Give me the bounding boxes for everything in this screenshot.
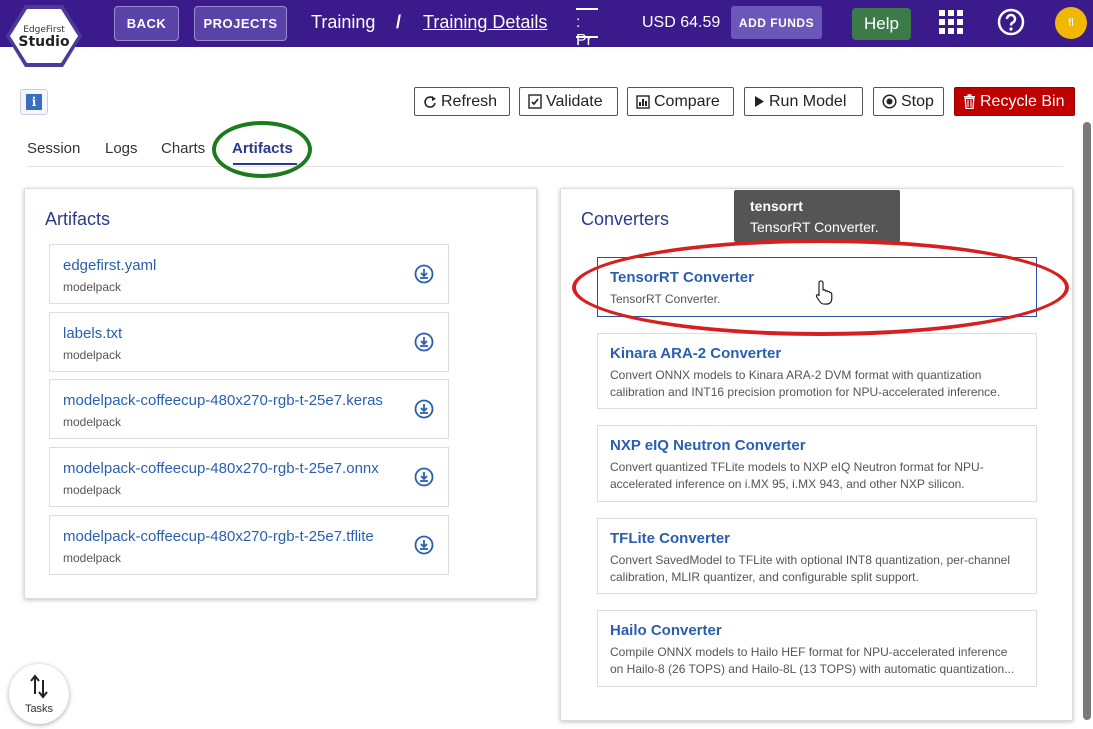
- recycle-bin-label: Recycle Bin: [980, 92, 1065, 110]
- hand-pointer-icon: [815, 280, 833, 305]
- tooltip-text: TensorRT Converter.: [750, 219, 879, 235]
- validate-button[interactable]: Validate: [519, 87, 618, 116]
- help-question-icon[interactable]: [997, 8, 1025, 36]
- converter-nxp[interactable]: NXP eIQ Neutron Converter Convert quanti…: [597, 425, 1037, 502]
- converter-kinara[interactable]: Kinara ARA-2 Converter Convert ONNX mode…: [597, 333, 1037, 409]
- converter-description: Convert ONNX models to Kinara ARA-2 DVM …: [610, 368, 1001, 399]
- artifact-type: modelpack: [63, 280, 122, 294]
- artifact-item[interactable]: labels.txt modelpack: [49, 312, 449, 372]
- stop-button[interactable]: Stop: [873, 87, 944, 116]
- validate-icon: [528, 94, 542, 109]
- annotation-green-ellipse: [212, 121, 312, 178]
- converters-panel-title: Converters: [581, 209, 670, 229]
- download-icon[interactable]: [414, 332, 434, 352]
- compare-button[interactable]: Compare: [627, 87, 734, 116]
- trash-icon: [964, 94, 975, 109]
- help-button[interactable]: Help: [852, 8, 911, 40]
- download-icon[interactable]: [414, 264, 434, 284]
- play-icon: [755, 96, 764, 107]
- projects-button[interactable]: PROJECTS: [194, 6, 287, 41]
- artifact-name[interactable]: modelpack-coffeecup-480x270-rgb-t-25e7.k…: [63, 392, 383, 409]
- refresh-icon: [424, 95, 436, 108]
- artifact-name[interactable]: labels.txt: [63, 325, 122, 342]
- refresh-button[interactable]: Refresh: [414, 87, 510, 116]
- artifact-item[interactable]: modelpack-coffeecup-480x270-rgb-t-25e7.o…: [49, 447, 449, 507]
- sort-arrows-icon: [30, 674, 48, 699]
- scrollbar-thumb[interactable]: [1083, 122, 1091, 720]
- breadcrumb-separator: /: [396, 12, 402, 32]
- validate-label: Validate: [546, 92, 603, 110]
- apps-grid-icon[interactable]: [939, 10, 963, 34]
- artifact-name[interactable]: modelpack-coffeecup-480x270-rgb-t-25e7.t…: [63, 528, 374, 545]
- breadcrumb-truncated: : Pr: [576, 8, 598, 49]
- converter-name[interactable]: TFLite Converter: [610, 530, 730, 547]
- user-avatar[interactable]: fl: [1055, 7, 1087, 39]
- artifact-type: modelpack: [63, 415, 122, 429]
- compare-icon: [636, 94, 650, 109]
- add-funds-button[interactable]: ADD FUNDS: [731, 6, 822, 39]
- converter-name[interactable]: Kinara ARA-2 Converter: [610, 345, 781, 362]
- download-icon[interactable]: [414, 467, 434, 487]
- artifact-item[interactable]: edgefirst.yaml modelpack: [49, 244, 449, 304]
- converter-tooltip: tensorrt TensorRT Converter.: [734, 190, 900, 242]
- top-bar: BACK PROJECTS Training / Training Detail…: [0, 0, 1093, 49]
- converter-description: Convert quantized TFLite models to NXP e…: [610, 460, 984, 491]
- converter-name[interactable]: NXP eIQ Neutron Converter: [610, 437, 806, 454]
- refresh-label: Refresh: [441, 92, 498, 110]
- artifact-item[interactable]: modelpack-coffeecup-480x270-rgb-t-25e7.k…: [49, 379, 449, 439]
- run-model-label: Run Model: [769, 92, 847, 110]
- edgefirst-logo[interactable]: EdgeFirst Studio: [5, 3, 83, 69]
- tooltip-title: tensorrt: [750, 198, 803, 214]
- stop-label: Stop: [901, 92, 934, 110]
- converter-description: Convert SavedModel to TFLite with option…: [610, 553, 1011, 584]
- download-icon[interactable]: [414, 399, 434, 419]
- artifact-item[interactable]: modelpack-coffeecup-480x270-rgb-t-25e7.t…: [49, 515, 449, 575]
- converter-tflite[interactable]: TFLite Converter Convert SavedModel to T…: [597, 518, 1037, 594]
- tasks-label: Tasks: [24, 703, 54, 715]
- breadcrumb-training[interactable]: Training: [311, 12, 375, 33]
- back-button[interactable]: BACK: [114, 6, 179, 41]
- artifacts-panel: Artifacts edgefirst.yaml modelpack label…: [24, 188, 537, 599]
- tab-divider: [27, 166, 1063, 167]
- info-button[interactable]: i: [20, 89, 48, 115]
- balance-display: USD 64.59: [642, 14, 721, 31]
- artifacts-panel-title: Artifacts: [45, 209, 111, 229]
- converter-description: Compile ONNX models to Hailo HEF format …: [610, 645, 1015, 676]
- info-icon: i: [26, 94, 42, 110]
- tab-charts[interactable]: Charts: [161, 140, 205, 157]
- artifact-type: modelpack: [63, 348, 122, 362]
- tab-session[interactable]: Session: [27, 140, 80, 157]
- recycle-bin-button[interactable]: Recycle Bin: [954, 87, 1075, 116]
- compare-label: Compare: [654, 92, 720, 110]
- download-icon[interactable]: [414, 535, 434, 555]
- logo-text-main: Studio: [18, 34, 70, 50]
- artifact-name[interactable]: modelpack-coffeecup-480x270-rgb-t-25e7.o…: [63, 460, 379, 477]
- tasks-button[interactable]: Tasks: [9, 664, 69, 724]
- tab-logs[interactable]: Logs: [105, 140, 138, 157]
- breadcrumb-training-details[interactable]: Training Details: [423, 12, 547, 33]
- converter-hailo[interactable]: Hailo Converter Compile ONNX models to H…: [597, 610, 1037, 687]
- artifact-name[interactable]: edgefirst.yaml: [63, 257, 156, 274]
- run-model-button[interactable]: Run Model: [744, 87, 863, 116]
- artifact-type: modelpack: [63, 551, 122, 565]
- stop-icon: [882, 94, 897, 109]
- artifact-type: modelpack: [63, 483, 122, 497]
- converter-name[interactable]: Hailo Converter: [610, 622, 722, 639]
